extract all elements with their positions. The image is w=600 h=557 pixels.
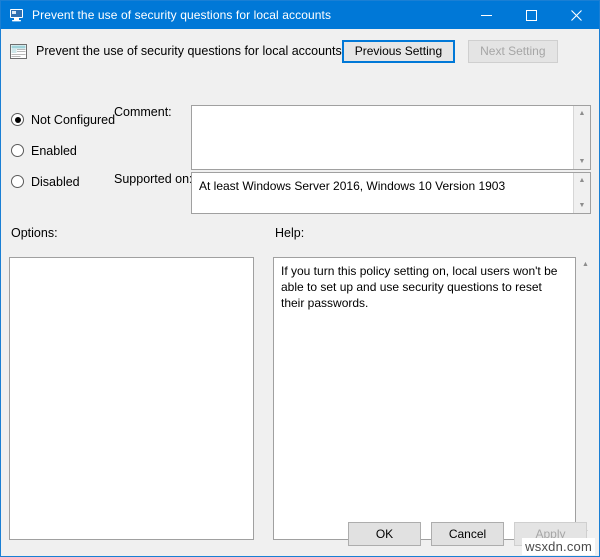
setting-navigation: Previous Setting Next Setting xyxy=(341,39,558,63)
radio-label-enabled: Enabled xyxy=(31,143,77,158)
supported-on-scrollbar[interactable]: ▲ ▼ xyxy=(573,173,590,213)
scroll-down-icon[interactable]: ▼ xyxy=(574,198,590,213)
radio-mark-enabled xyxy=(11,144,24,157)
help-scrollbar[interactable]: ▲ ▼ xyxy=(578,257,593,540)
close-icon[interactable] xyxy=(554,1,599,29)
comment-input[interactable]: ▲ ▼ xyxy=(191,105,591,170)
radio-enabled[interactable]: Enabled xyxy=(11,138,131,163)
window-controls xyxy=(464,1,599,29)
radio-mark-disabled xyxy=(11,175,24,188)
options-panel[interactable] xyxy=(9,257,254,540)
dialog-footer: OK Cancel Apply xyxy=(1,522,600,546)
comment-value xyxy=(192,106,573,169)
comment-scrollbar[interactable]: ▲ ▼ xyxy=(573,106,590,169)
window-title: Prevent the use of security questions fo… xyxy=(32,8,332,22)
options-content xyxy=(10,258,253,539)
watermark: wsxdn.com xyxy=(522,538,595,555)
supported-on-value: At least Windows Server 2016, Windows 10… xyxy=(199,179,506,193)
scroll-down-icon[interactable]: ▼ xyxy=(574,154,590,169)
supported-on-label: Supported on: xyxy=(114,172,193,186)
group-policy-setting-icon xyxy=(10,43,27,60)
help-label: Help: xyxy=(275,226,305,240)
radio-label-not-configured: Not Configured xyxy=(31,112,116,127)
scroll-up-icon[interactable]: ▲ xyxy=(574,106,590,121)
next-setting-button: Next Setting xyxy=(468,39,558,63)
help-content: If you turn this policy setting on, loca… xyxy=(281,264,558,310)
radio-label-disabled: Disabled xyxy=(31,174,80,189)
dialog-content: Prevent the use of security questions fo… xyxy=(1,29,599,556)
maximize-button[interactable] xyxy=(509,1,554,29)
minimize-button[interactable] xyxy=(464,1,509,29)
scroll-up-icon[interactable]: ▲ xyxy=(578,257,593,272)
title-bar[interactable]: Prevent the use of security questions fo… xyxy=(1,1,599,29)
policy-monitor-icon xyxy=(9,7,25,23)
cancel-button[interactable]: Cancel xyxy=(431,522,504,546)
policy-header: Prevent the use of security questions fo… xyxy=(1,34,600,68)
radio-disabled[interactable]: Disabled xyxy=(11,169,131,194)
policy-setting-dialog: Prevent the use of security questions fo… xyxy=(0,0,600,557)
ok-button[interactable]: OK xyxy=(348,522,421,546)
previous-setting-button[interactable]: Previous Setting xyxy=(341,39,456,63)
help-panel[interactable]: If you turn this policy setting on, loca… xyxy=(273,257,576,540)
comment-label: Comment: xyxy=(114,105,172,119)
page-title: Prevent the use of security questions fo… xyxy=(36,44,342,58)
options-label: Options: xyxy=(11,226,58,240)
radio-not-configured[interactable]: Not Configured xyxy=(11,107,131,132)
radio-mark-not-configured xyxy=(11,113,24,126)
supported-on-field[interactable]: At least Windows Server 2016, Windows 10… xyxy=(191,172,591,214)
policy-state-radio-group: Not Configured Enabled Disabled xyxy=(11,107,131,200)
scroll-up-icon[interactable]: ▲ xyxy=(574,173,590,188)
